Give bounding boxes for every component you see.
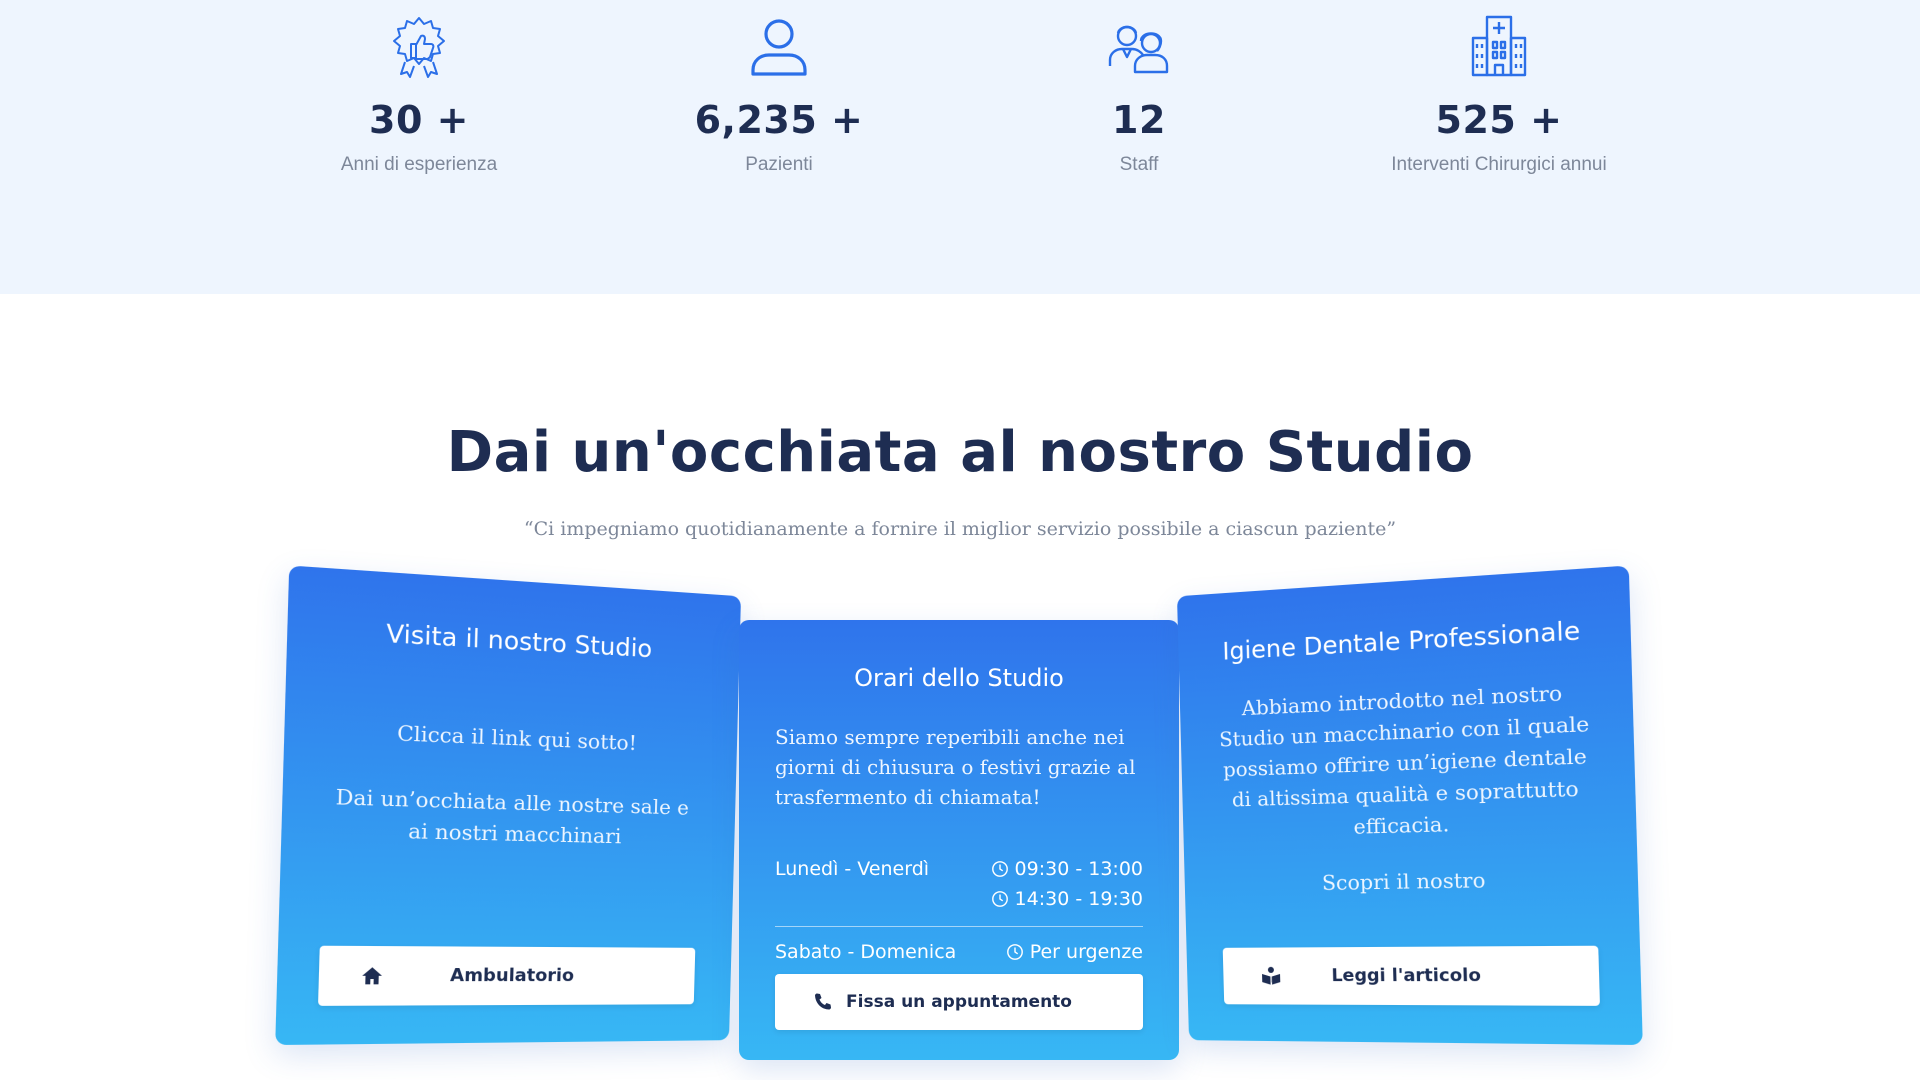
visit-studio-card: Visita il nostro Studio Clicca il link q… <box>275 565 741 1045</box>
stat-label: Interventi Chirurgici annui <box>1319 154 1679 176</box>
hours-table: Lunedì - Venerdì 09:30 - 13:00 14:30 - 1… <box>739 854 1179 967</box>
book-reader-icon <box>1261 966 1282 986</box>
divider <box>775 926 1143 927</box>
phone-icon <box>813 992 833 1012</box>
dental-hygiene-card: Igiene Dentale Professionale Abbiamo int… <box>1177 565 1643 1045</box>
section-quote: “Ci impegniamo quotidianamente a fornire… <box>0 518 1920 540</box>
stat-label: Pazienti <box>599 154 959 176</box>
book-appointment-button[interactable]: Fissa un appuntamento <box>775 974 1143 1030</box>
card-text: Dai un’occhiata alle nostre sale e ai no… <box>281 779 736 854</box>
weekday-label: Lunedì - Venerdì <box>775 854 929 914</box>
weekday-row: Lunedì - Venerdì 09:30 - 13:00 14:30 - 1… <box>775 854 1143 914</box>
home-icon <box>361 965 384 986</box>
stat-value: 12 <box>959 98 1319 142</box>
weekday-afternoon-hours: 14:30 - 19:30 <box>1015 884 1143 914</box>
user-icon <box>747 14 811 78</box>
weekend-label: Sabato - Domenica <box>775 937 956 967</box>
thumbs-up-badge-icon <box>387 14 451 78</box>
clock-icon <box>991 860 1009 878</box>
stat-value: 525 + <box>1319 98 1679 142</box>
stat-label: Staff <box>959 154 1319 176</box>
stat-staff: 12 Staff <box>959 14 1319 176</box>
section-title: Dai un'occhiata al nostro Studio <box>0 420 1920 485</box>
stat-experience: 30 + Anni di esperienza <box>239 14 599 176</box>
hospital-icon <box>1467 14 1531 78</box>
clock-icon <box>1006 943 1024 961</box>
card-title: Visita il nostro Studio <box>287 613 740 668</box>
weekday-morning-hours: 09:30 - 13:00 <box>1015 854 1143 884</box>
stat-value: 6,235 + <box>599 98 959 142</box>
card-text: Abbiamo introdotto nel nostro Studio un … <box>1180 673 1637 846</box>
card-title: Orari dello Studio <box>739 664 1179 692</box>
stat-label: Anni di esperienza <box>239 154 599 176</box>
card-title: Igiene Dentale Professionale <box>1178 613 1631 668</box>
ambulatorio-button[interactable]: Ambulatorio <box>318 946 695 1006</box>
card-text: Siamo sempre reperibili anche nei giorni… <box>739 722 1179 812</box>
opening-hours-card: Orari dello Studio Siamo sempre reperibi… <box>739 620 1179 1060</box>
stat-value: 30 + <box>239 98 599 142</box>
stat-patients: 6,235 + Pazienti <box>599 14 959 176</box>
read-article-button[interactable]: Leggi l'articolo <box>1223 946 1600 1006</box>
weekend-hours: Per urgenze <box>1030 937 1143 967</box>
card-text: Clicca il link qui sotto! <box>284 712 737 762</box>
stat-surgeries: 525 + Interventi Chirurgici annui <box>1319 14 1679 176</box>
card-text: Scopri il nostro <box>1184 861 1638 900</box>
staff-icon <box>1107 14 1171 78</box>
weekend-row: Sabato - Domenica Per urgenze <box>775 937 1143 967</box>
clock-icon <box>991 890 1009 908</box>
stats-band: 30 + Anni di esperienza 6,235 + Pazienti… <box>0 0 1920 294</box>
